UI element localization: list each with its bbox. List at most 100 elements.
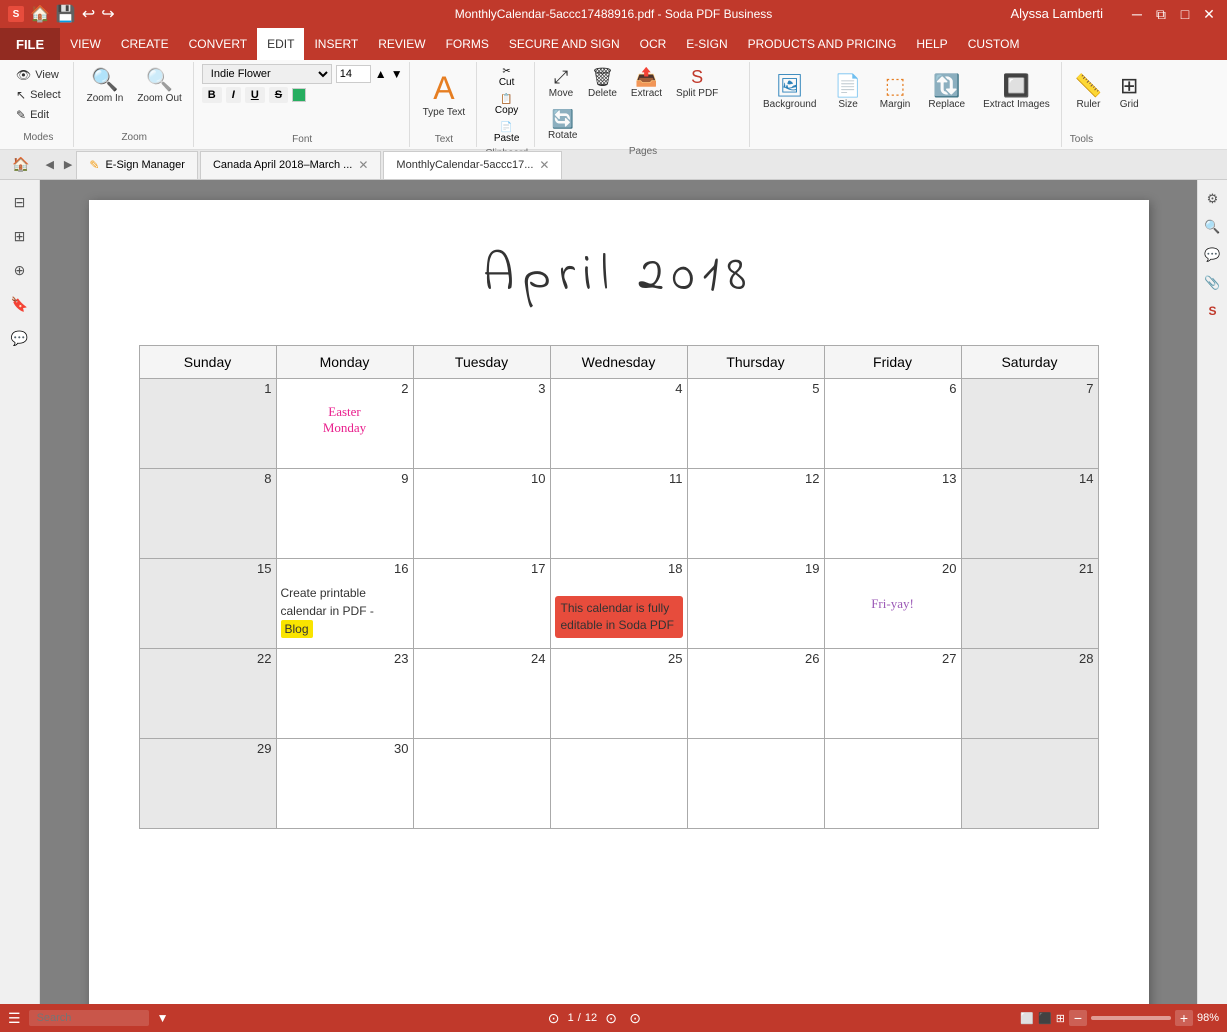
products-menu[interactable]: PRODUCTS AND PRICING [738,28,907,60]
fit-page-icon[interactable]: ⬛ [1038,1012,1052,1025]
bold-btn[interactable]: B [202,87,222,103]
canada-tab-close[interactable]: ✕ [358,158,368,172]
custom-menu[interactable]: CUSTOM [958,28,1030,60]
font-family-select[interactable]: Indie Flower [202,64,332,84]
type-text-btn[interactable]: A Type Text [418,64,471,124]
size-btn[interactable]: 📄 Size [829,70,866,113]
back-nav-btn[interactable]: ◀ [39,158,59,171]
canada-calendar-tab[interactable]: Canada April 2018–March ... ✕ [200,151,381,179]
minimize-btn[interactable]: ─ [1127,6,1147,23]
undo-icon[interactable]: ↩ [82,4,95,24]
zoom-minus-btn[interactable]: − [1069,1010,1087,1026]
attach-panel-icon[interactable]: 📎 [1202,272,1224,294]
font-size-down-icon[interactable]: ▼ [391,67,403,81]
select-mode-btn[interactable]: ↖ Select [12,86,65,104]
zoom-controls: ⬜ ⬛ ⊞ − + 98% [1020,1010,1219,1026]
table-row: 1 2 EasterMonday 3 4 5 6 7 [139,379,1098,469]
rotate-btn[interactable]: 🔄 Rotate [543,106,582,144]
convert-menu[interactable]: CONVERT [179,28,257,60]
forward-nav-btn[interactable]: ▶ [62,158,74,171]
day-num: 23 [281,651,409,666]
zoom-in-btn[interactable]: 🔍 Zoom In [82,66,129,107]
cell-22: 22 [139,649,276,739]
properties-icon[interactable]: ⚙ [1202,188,1224,210]
font-color-box[interactable] [292,88,306,102]
pages-group: ⤢ Move 🗑 Delete 📤 Extract S Split PDF 🔄 … [537,62,750,147]
secure-sign-menu[interactable]: SECURE AND SIGN [499,28,630,60]
edit-menu[interactable]: EDIT [257,28,304,60]
view-menu[interactable]: VIEW [60,28,111,60]
pages-panel-icon[interactable]: ⊟ [6,188,34,216]
layers-panel-icon[interactable]: ⊕ [6,256,34,284]
file-menu[interactable]: FILE [0,28,60,60]
last-page-btn[interactable]: ⊙ [625,1010,645,1027]
table-row: 22 23 24 25 26 27 28 [139,649,1098,739]
esign-manager-tab[interactable]: ✎ E-Sign Manager [76,151,198,179]
monthly-tab-close[interactable]: ✕ [539,158,549,172]
font-size-up-icon[interactable]: ▲ [375,67,387,81]
fit-width-icon[interactable]: ⬜ [1020,1012,1034,1025]
edit-mode-btn[interactable]: ✎ Edit [12,106,65,124]
review-menu[interactable]: REVIEW [368,28,435,60]
extract-btn[interactable]: 📤 Extract [626,64,667,102]
restore-btn[interactable]: ⧉ [1151,6,1171,23]
comments-panel-icon[interactable]: 💬 [6,324,34,352]
forms-menu[interactable]: FORMS [436,28,499,60]
copy-btn[interactable]: 📋 Copy [490,92,524,118]
paste-btn[interactable]: 📄 Paste [490,120,524,146]
underline-btn[interactable]: U [245,87,265,103]
delete-btn[interactable]: 🗑 Delete [583,64,622,102]
esign-menu[interactable]: E-SIGN [676,28,737,60]
italic-btn[interactable]: I [226,87,241,103]
cell-27: 27 [824,649,961,739]
insert-menu[interactable]: INSERT [304,28,368,60]
move-btn[interactable]: ⤢ Move [543,64,579,102]
cut-btn[interactable]: ✂ Cut [490,64,524,90]
monthly-calendar-tab[interactable]: MonthlyCalendar-5accc17... ✕ [383,151,562,179]
title-bar-left: S 🏠 💾 ↩ ↪ [8,4,115,24]
bookmarks-panel-icon[interactable]: 🔖 [6,290,34,318]
replace-icon: 🔃 [933,73,960,99]
thumbnails-panel-icon[interactable]: ⊞ [6,222,34,250]
soda-panel-icon[interactable]: S [1202,300,1224,322]
calendar-header-row: Sunday Monday Tuesday Wednesday Thursday… [139,346,1098,379]
strikethrough-btn[interactable]: S [269,87,288,103]
cell-13: 13 [824,469,961,559]
zoom-slider[interactable] [1091,1016,1171,1020]
title-bar: S 🏠 💾 ↩ ↪ MonthlyCalendar-5accc17488916.… [0,0,1227,28]
maximize-btn[interactable]: □ [1175,6,1195,23]
search-dropdown-icon[interactable]: ▼ [157,1011,169,1025]
user-name: Alyssa Lamberti [1011,6,1103,23]
background-btn[interactable]: 🖼 Background [758,70,821,113]
margin-btn[interactable]: ⬚ Margin [875,70,916,113]
zoom-out-btn[interactable]: 🔍 Zoom Out [132,66,186,107]
close-btn[interactable]: ✕ [1199,6,1219,23]
header-monday: Monday [276,346,413,379]
right-sidebar: ⚙ 🔍 💬 📎 S [1197,180,1227,1004]
create-menu[interactable]: CREATE [111,28,179,60]
ocr-menu[interactable]: OCR [630,28,677,60]
document-area[interactable]: April 2018 Sunday Monday Tuesday Wednesd… [40,180,1197,1004]
save-icon[interactable]: 💾 [56,4,76,24]
window-controls: Alyssa Lamberti ─ ⧉ □ ✕ [1011,6,1219,23]
ruler-btn[interactable]: 📏 Ruler [1070,70,1107,113]
help-menu[interactable]: HELP [906,28,957,60]
redo-icon[interactable]: ↪ [101,4,114,24]
home-tab-btn[interactable]: 🏠 [4,152,37,177]
font-size-input[interactable] [336,65,371,83]
next-page-btn[interactable]: ⊙ [601,1010,621,1027]
extract-images-btn[interactable]: 🔲 Extract Images [978,70,1055,113]
search-input[interactable] [29,1010,149,1026]
grid-btn[interactable]: ⊞ Grid [1111,70,1147,113]
view-mode-btn[interactable]: 👁 View [12,66,65,84]
split-pdf-btn[interactable]: S Split PDF [671,64,723,102]
replace-btn[interactable]: 🔃 Replace [923,70,970,113]
zoom-panel-icon[interactable]: 🔍 [1202,216,1224,238]
cell-3: 3 [413,379,550,469]
comment-panel-icon[interactable]: 💬 [1202,244,1224,266]
home-icon[interactable]: 🏠 [30,4,50,24]
zoom-plus-btn[interactable]: + [1175,1010,1193,1026]
actual-size-icon[interactable]: ⊞ [1056,1012,1065,1025]
prev-page-btn[interactable]: ⊙ [544,1010,564,1027]
modes-label: Modes [12,132,65,143]
